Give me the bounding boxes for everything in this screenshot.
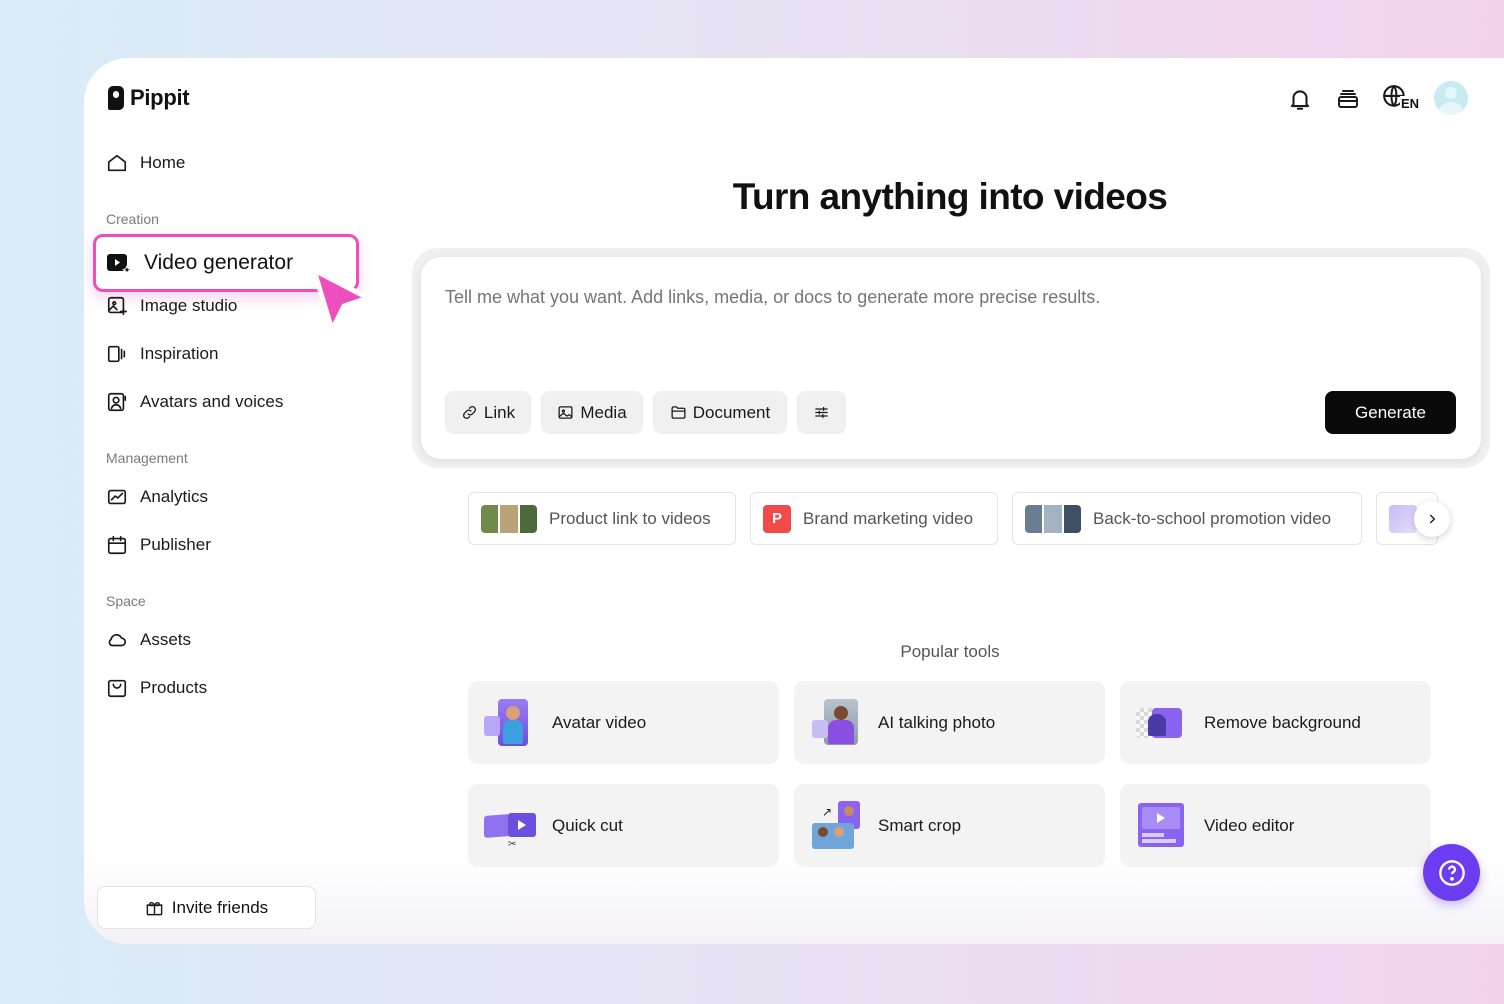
analytics-icon: [107, 489, 127, 505]
product-thumbnail-icon: [481, 504, 537, 533]
home-icon: [107, 154, 127, 172]
tool-remove-background[interactable]: Remove background: [1120, 681, 1431, 764]
sidebar-item-label: Video generator: [144, 251, 294, 274]
gift-icon: [146, 901, 163, 916]
page-title: Turn anything into videos: [732, 176, 1168, 217]
smart-crop-icon: ↗: [808, 800, 864, 851]
school-thumbnail-icon: [1025, 504, 1081, 533]
sidebar-item-label: Avatars and voices: [140, 392, 284, 411]
invite-friends-label: Invite friends: [171, 897, 269, 917]
tool-label: Smart crop: [878, 815, 962, 835]
media-chip-label: Media: [580, 402, 627, 422]
suggestion-label: Back-to-school promotion video: [1093, 508, 1332, 528]
sidebar-item-label: Products: [140, 678, 208, 697]
sliders-icon: [815, 406, 828, 419]
media-chip[interactable]: Media: [541, 391, 643, 434]
stack-icon: [1338, 90, 1358, 108]
avatar-video-icon: [482, 698, 538, 748]
language-button[interactable]: EN: [1382, 82, 1421, 116]
tool-smart-crop[interactable]: ↗ Smart crop: [794, 784, 1105, 867]
video-editor-icon: [1134, 801, 1190, 851]
image-studio-icon: [107, 296, 127, 316]
prompt-input[interactable]: [445, 287, 1445, 308]
sidebar-item-label: Analytics: [140, 487, 209, 506]
sidebar-item-assets[interactable]: Assets: [106, 629, 191, 651]
tool-video-editor[interactable]: Video editor: [1120, 784, 1431, 867]
video-generator-icon: [107, 254, 132, 275]
section-label-space: Space: [106, 593, 146, 609]
brand-p-icon: P: [763, 504, 791, 533]
bell-icon: [1290, 90, 1310, 110]
suggestion-product-link[interactable]: Product link to videos: [468, 492, 736, 545]
invite-friends-button[interactable]: Invite friends: [97, 886, 316, 929]
avatar-voice-icon: [107, 392, 127, 412]
popular-tools-title: Popular tools: [900, 642, 1000, 661]
sidebar-item-avatars-and-voices[interactable]: Avatars and voices: [106, 391, 283, 413]
document-chip-label: Document: [692, 402, 771, 422]
sidebar-item-home[interactable]: Home: [106, 152, 185, 174]
settings-chip[interactable]: [797, 391, 846, 434]
sidebar-item-label: Home: [140, 153, 186, 172]
link-icon: [462, 406, 476, 419]
tool-ai-talking-photo[interactable]: AI talking photo: [794, 681, 1105, 764]
sidebar-item-analytics[interactable]: Analytics: [106, 486, 208, 508]
mouse-cursor-icon: [311, 267, 371, 333]
notifications-button[interactable]: [1284, 82, 1316, 116]
pippit-logo-icon: [108, 86, 124, 110]
question-mark-icon: [1438, 859, 1465, 886]
image-icon: [558, 406, 573, 419]
sidebar-item-publisher[interactable]: Publisher: [106, 534, 211, 556]
sidebar-item-label: Publisher: [140, 535, 211, 554]
tool-label: AI talking photo: [878, 712, 996, 732]
cloud-icon: [108, 633, 127, 647]
user-avatar[interactable]: [1434, 81, 1468, 115]
tool-label: Avatar video: [552, 712, 647, 732]
section-label-creation: Creation: [106, 211, 159, 227]
sidebar-item-inspiration[interactable]: Inspiration: [106, 343, 218, 365]
document-chip[interactable]: Document: [653, 391, 787, 434]
link-thumbnail-icon: [1389, 504, 1417, 533]
sidebar-item-products[interactable]: Products: [106, 677, 207, 699]
tool-quick-cut[interactable]: ✂ Quick cut: [468, 784, 779, 867]
app-name: Pippit: [130, 85, 190, 110]
folder-icon: [671, 406, 686, 419]
language-label: EN: [1400, 96, 1421, 111]
sidebar-item-image-studio[interactable]: Image studio: [106, 295, 237, 317]
prompt-box: Link Media Document Generate: [421, 257, 1481, 459]
suggestion-label: Brand marketing video: [803, 508, 974, 528]
calendar-icon: [107, 535, 127, 555]
suggestion-back-to-school[interactable]: Back-to-school promotion video: [1012, 492, 1362, 545]
tool-avatar-video[interactable]: Avatar video: [468, 681, 779, 764]
link-chip-label: Link: [483, 402, 516, 422]
chevron-right-icon: [1429, 514, 1436, 524]
tool-label: Remove background: [1204, 712, 1361, 732]
sidebar-item-label: Image studio: [140, 296, 238, 315]
suggestions-next-button[interactable]: [1414, 501, 1450, 537]
link-chip[interactable]: Link: [445, 391, 531, 434]
prompt-container: Link Media Document Generate: [412, 248, 1490, 468]
sidebar-item-label: Inspiration: [140, 344, 219, 363]
section-label-management: Management: [106, 450, 188, 466]
suggestion-label: Product link to videos: [549, 508, 711, 528]
tool-label: Quick cut: [552, 815, 623, 835]
suggestion-brand-marketing[interactable]: P Brand marketing video: [750, 492, 998, 545]
remove-background-icon: [1134, 698, 1190, 748]
app-logo[interactable]: Pippit: [108, 85, 190, 111]
sidebar-item-label: Assets: [140, 630, 192, 649]
tool-label: Video editor: [1204, 815, 1295, 835]
app-window: Pippit EN Home Creation Video generator: [84, 58, 1504, 944]
help-button[interactable]: [1423, 844, 1480, 901]
bag-icon: [107, 679, 127, 698]
quick-cut-icon: ✂: [482, 801, 538, 851]
inspiration-icon: [107, 345, 126, 363]
subscription-button[interactable]: [1332, 82, 1364, 116]
talking-photo-icon: [808, 698, 864, 748]
generate-button[interactable]: Generate: [1325, 391, 1456, 434]
